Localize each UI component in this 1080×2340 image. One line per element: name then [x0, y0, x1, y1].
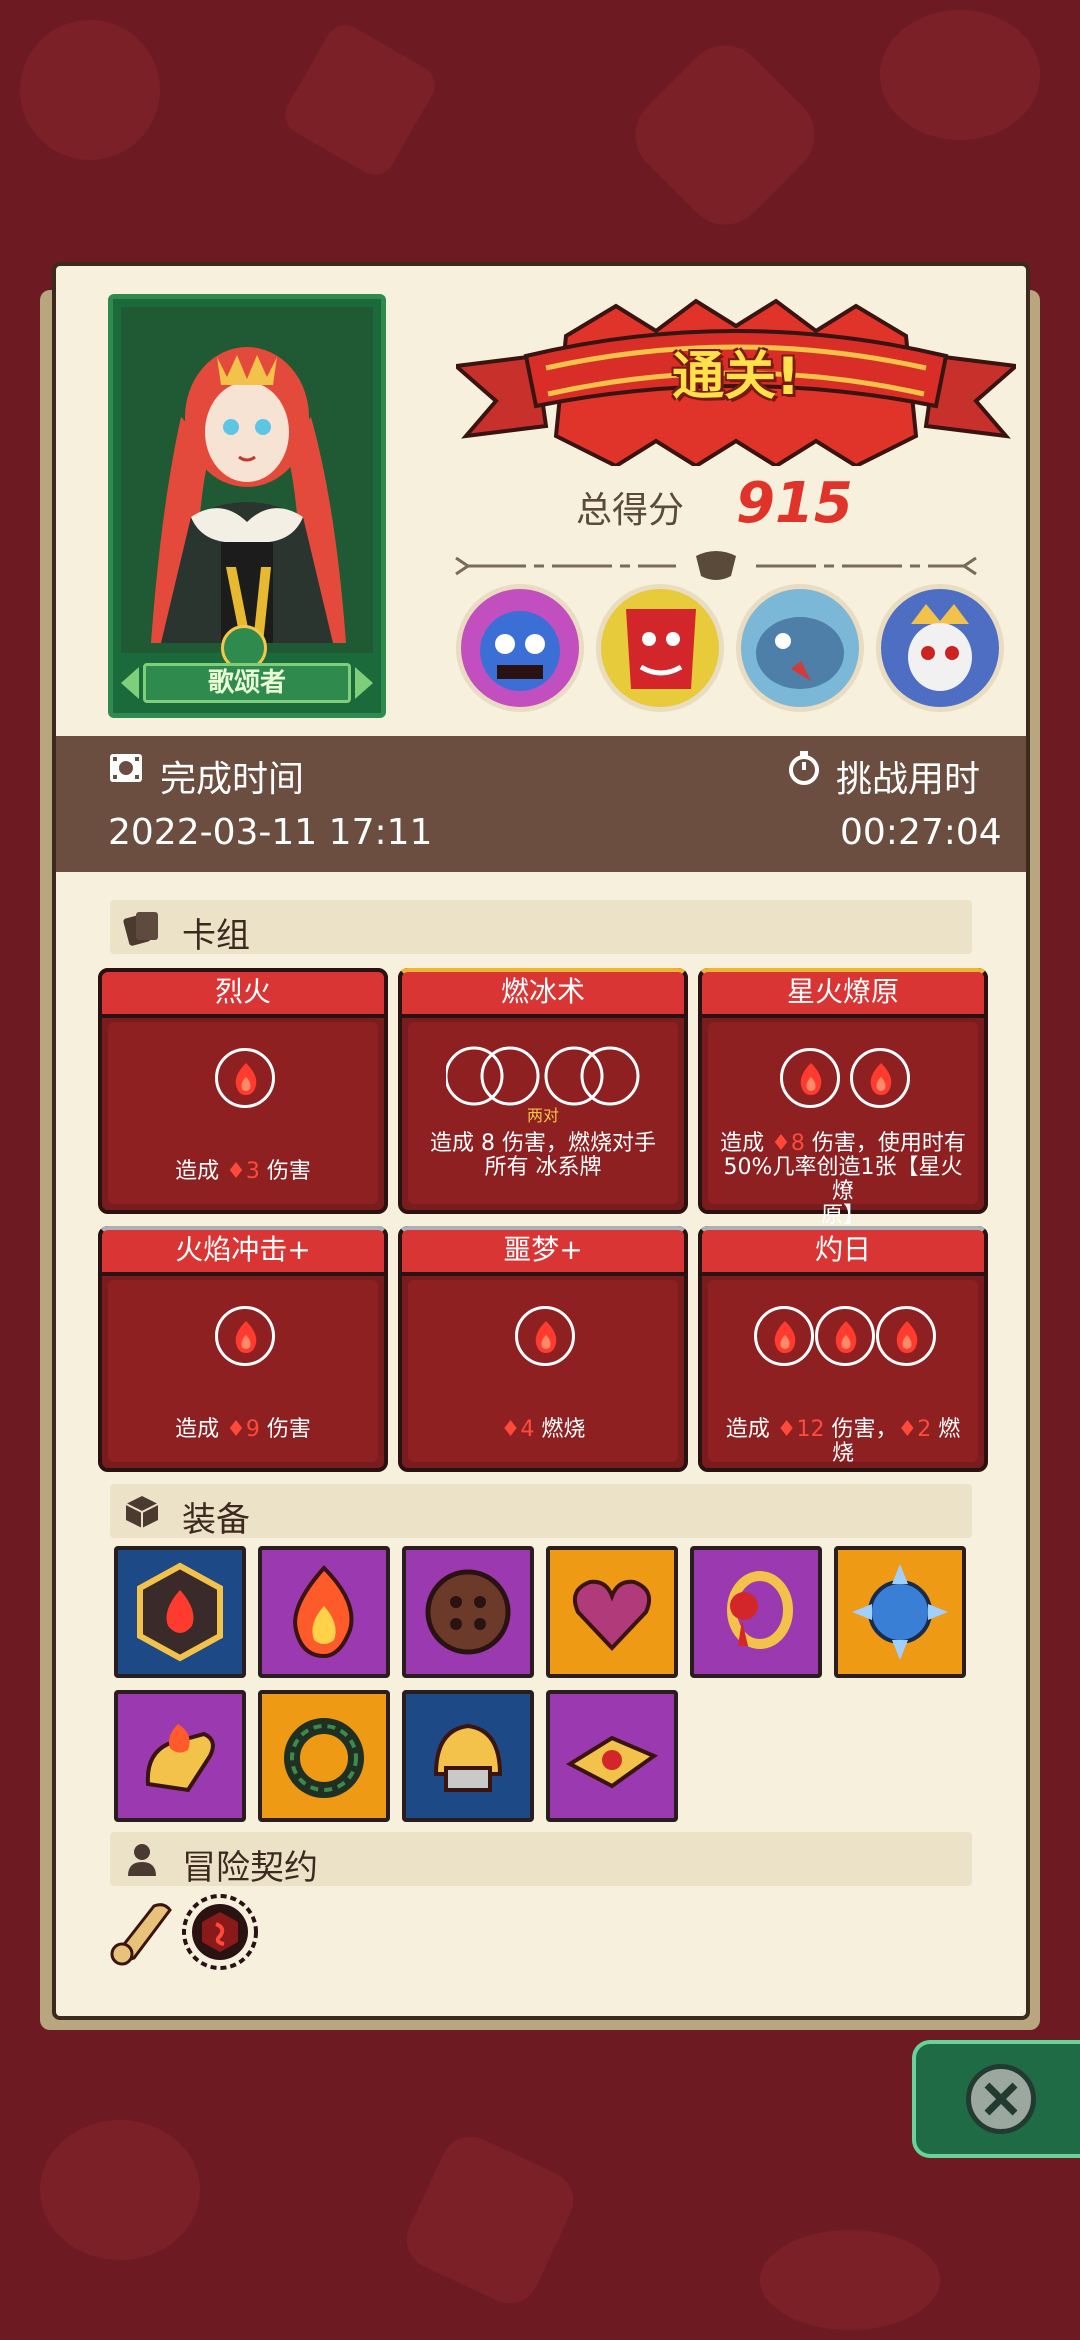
card-title: 火焰冲击+ [98, 1226, 388, 1276]
card-desc: ♦4 燃烧 [500, 1417, 586, 1442]
equip-flame-icon[interactable] [258, 1546, 390, 1678]
score-row: 总得分 915 [576, 471, 956, 541]
person-icon [128, 1844, 156, 1876]
result-panel: 歌颂者 通关! 总得分 915 完成时间 2022-03-11 17:11 挑战… [52, 262, 1030, 2020]
prev-arrow-icon[interactable] [121, 667, 139, 699]
card-body: 造成 ♦3 伤害 [108, 1022, 378, 1204]
equip-spiked-orb-icon[interactable] [834, 1546, 966, 1678]
equip-heart-icon[interactable] [546, 1546, 678, 1678]
finish-time-label: 完成时间 [160, 759, 305, 800]
card-title: 烈火 [98, 968, 388, 1018]
equip-tome-icon[interactable] [546, 1690, 678, 1822]
equipment-section-header: 装备 [110, 1484, 972, 1540]
scroll-icon[interactable] [104, 1892, 184, 1972]
next-arrow-icon[interactable] [355, 667, 373, 699]
card-desc: 造成 8 伤害，燃烧对手 所有 冰系牌 [430, 1131, 656, 1180]
ornament-divider [455, 551, 977, 580]
card-desc: 造成 ♦8 伤害，使用时有 50%几率创造1张【星火燎 原】 [720, 1131, 966, 1228]
pair-label: 两对 [526, 1106, 559, 1125]
card-xinghuoliaoyuan[interactable]: 星火燎原 造成 ♦8 伤害，使用时有 50%几率创造1张【星火燎 原】 [698, 968, 988, 1228]
fire-orb-icon [215, 1048, 275, 1108]
hero-name: 歌颂者 [143, 663, 351, 703]
victory-banner: 通关! [451, 296, 1021, 469]
fire-orb-icon [850, 1048, 910, 1108]
equip-fire-gauntlet-icon[interactable] [114, 1690, 246, 1822]
close-icon [966, 2064, 1036, 2134]
card-title: 噩梦+ [398, 1226, 688, 1276]
boss-skull-king-icon[interactable] [876, 584, 1004, 712]
card-ranbingshu[interactable]: 燃冰术 两对 造成 8 伤害，燃烧对手 所有 冰系牌 [398, 968, 688, 1214]
contract-title: 冒险契约 [182, 1848, 318, 1888]
equipment-title: 装备 [182, 1500, 250, 1540]
defeated-bosses [456, 584, 1016, 724]
score-value: 915 [736, 471, 853, 536]
challenge-time-value: 00:27:04 [840, 812, 1002, 853]
card-desc: 造成 ♦9 伤害 [175, 1417, 311, 1442]
boss-purple-demon-icon[interactable] [456, 584, 584, 712]
time-band: 完成时间 2022-03-11 17:11 挑战用时 00:27:04 [56, 736, 1026, 872]
hero-portrait[interactable]: 歌颂者 [108, 294, 386, 718]
contract-section-header: 冒险契约 [110, 1832, 972, 1888]
card-desc: 造成 ♦12 伤害，♦2 燃烧 [725, 1417, 961, 1466]
challenge-time-label: 挑战用时 [836, 759, 981, 800]
equip-helmet-icon[interactable] [402, 1690, 534, 1822]
card-emeng[interactable]: 噩梦+ ♦4 燃烧 [398, 1226, 688, 1472]
finish-time-value: 2022-03-11 17:11 [108, 812, 433, 853]
card-liehuo[interactable]: 烈火 造成 ♦3 伤害 [98, 968, 388, 1214]
equip-ring-icon[interactable] [690, 1546, 822, 1678]
contract-seal-icon[interactable] [180, 1892, 260, 1972]
card-body: 造成 ♦9 伤害 [108, 1280, 378, 1462]
fire-orb-icon [215, 1306, 275, 1366]
fire-orb-icon [876, 1306, 936, 1366]
card-huoyanchongji[interactable]: 火焰冲击+ 造成 ♦9 伤害 [98, 1226, 388, 1472]
skull-icon [696, 551, 736, 580]
stopwatch-icon [789, 751, 819, 785]
deck-section-header: 卡组 [110, 900, 972, 956]
fire-orb-icon [754, 1306, 814, 1366]
film-icon [110, 754, 142, 782]
hero-illustration [121, 307, 373, 653]
card-body: ♦4 燃烧 [408, 1280, 678, 1462]
deck-title: 卡组 [182, 916, 250, 956]
score-label: 总得分 [576, 490, 685, 531]
card-body: 两对 造成 8 伤害，燃烧对手 所有 冰系牌 [408, 1022, 678, 1204]
fire-orb-icon [780, 1048, 840, 1108]
banner-title: 通关! [672, 347, 800, 407]
equip-horn-ring-icon[interactable] [258, 1690, 390, 1822]
fire-orb-icon [515, 1306, 575, 1366]
equip-button-icon[interactable] [402, 1546, 534, 1678]
fire-orb-icon [815, 1306, 875, 1366]
card-body: 造成 ♦12 伤害，♦2 燃烧 [708, 1280, 978, 1466]
card-zhuori[interactable]: 灼日 造成 ♦12 伤害，♦2 燃烧 [698, 1226, 988, 1472]
card-title: 燃冰术 [398, 968, 688, 1018]
card-desc: 造成 ♦3 伤害 [175, 1159, 311, 1184]
cards-icon [123, 912, 158, 946]
card-title: 灼日 [698, 1226, 988, 1276]
close-button[interactable] [912, 2040, 1080, 2158]
card-title: 星火燎原 [698, 968, 988, 1018]
box-icon [125, 1496, 159, 1528]
card-body: 造成 ♦8 伤害，使用时有 50%几率创造1张【星火燎 原】 [708, 1022, 978, 1228]
boss-red-oni-icon[interactable] [596, 584, 724, 712]
boss-blue-beast-icon[interactable] [736, 584, 864, 712]
equip-hex-fire-icon[interactable] [114, 1546, 246, 1678]
